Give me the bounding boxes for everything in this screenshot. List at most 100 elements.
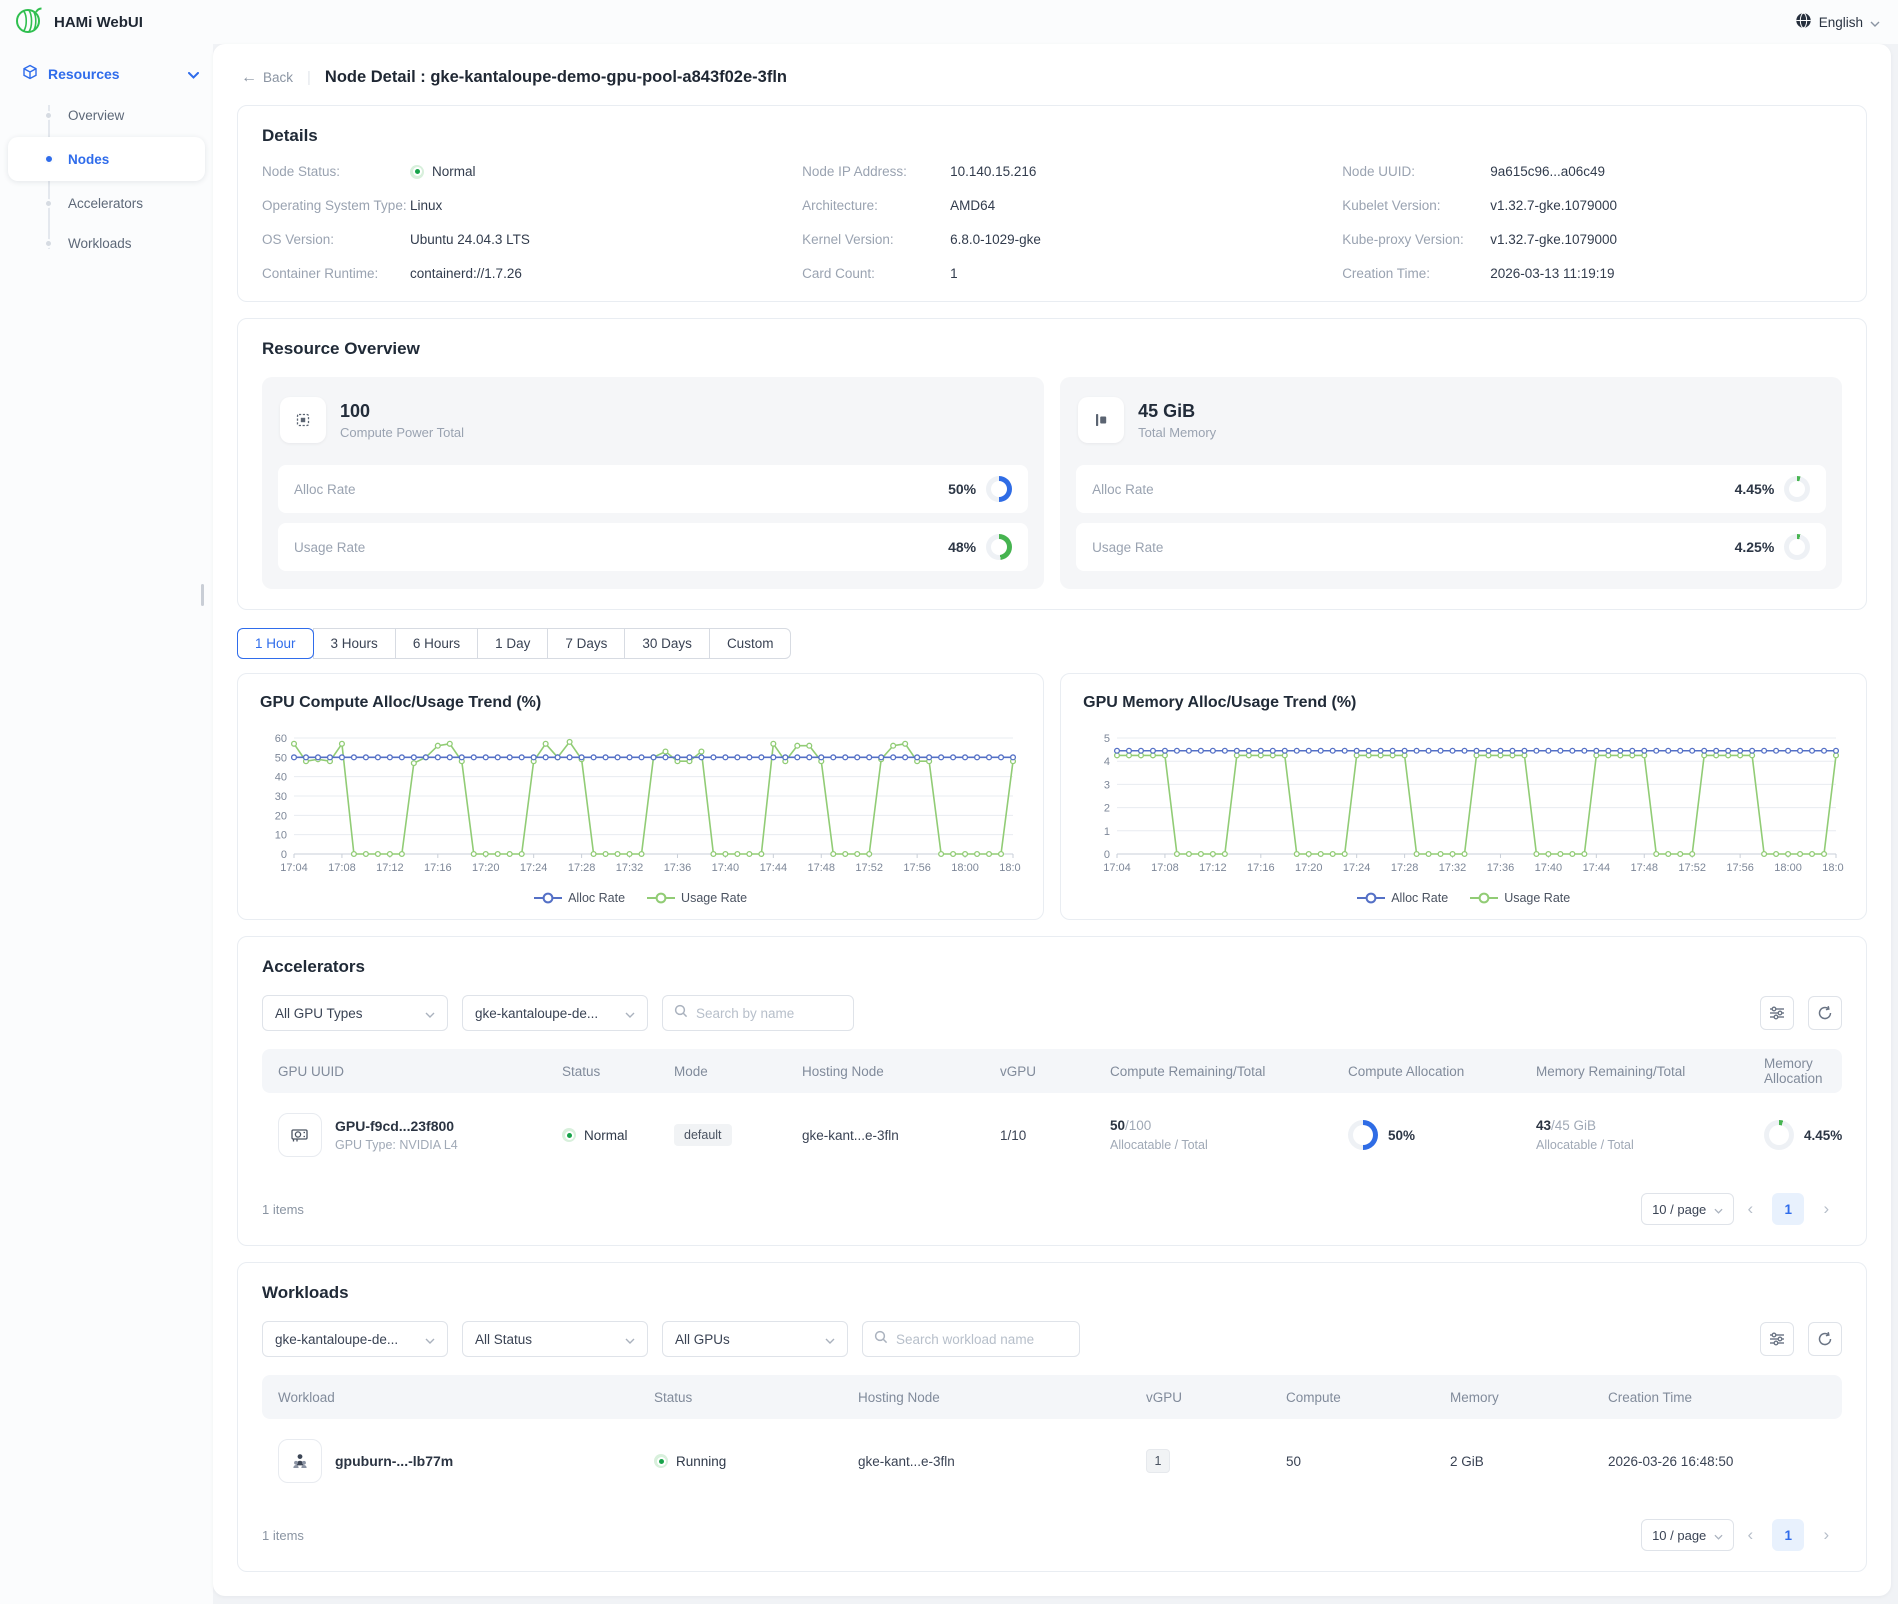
svg-text:18:04: 18:04 (1822, 862, 1844, 874)
memory-value: 2 GiB (1450, 1454, 1608, 1469)
hosting-node: gke-kant...e-3fln (858, 1454, 1146, 1469)
brand: HAMi WebUI (14, 5, 143, 40)
workload-name[interactable]: gpuburn-...-lb77m (335, 1453, 453, 1469)
memory-total-value: 45 GiB (1138, 400, 1216, 423)
svg-text:17:16: 17:16 (1247, 862, 1275, 874)
compute-overview-card: 100 Compute Power Total Alloc Rate 50% (262, 377, 1044, 589)
page-number[interactable]: 1 (1772, 1193, 1804, 1225)
chevron-down-icon (625, 1332, 635, 1347)
page-title: Node Detail : gke-kantaloupe-demo-gpu-po… (325, 68, 787, 87)
svg-text:17:08: 17:08 (328, 862, 356, 874)
svg-text:17:36: 17:36 (664, 862, 692, 874)
column-settings-button[interactable] (1760, 996, 1794, 1030)
svg-text:18:00: 18:00 (1774, 862, 1802, 874)
accelerator-search-input[interactable] (696, 1006, 842, 1021)
compute-total-value: 100 (340, 400, 464, 423)
tab-6-hours[interactable]: 6 Hours (395, 628, 478, 659)
workload-status-select[interactable]: All Status (462, 1321, 648, 1357)
svg-text:1: 1 (1104, 826, 1110, 838)
column-settings-button[interactable] (1760, 1322, 1794, 1356)
workload-gpu-select[interactable]: All GPUs (662, 1321, 848, 1357)
svg-text:0: 0 (1104, 849, 1110, 861)
items-count: 1 items (262, 1528, 304, 1543)
tab-1-hour[interactable]: 1 Hour (237, 628, 314, 659)
chevron-down-icon (425, 1332, 435, 1347)
gpu-compute-trend-chart[interactable]: 010203040506017:0417:0817:1217:1617:2017… (260, 728, 1021, 885)
status-badge: Normal (562, 1128, 674, 1143)
compute-usage-rate-row: Usage Rate 48% (278, 523, 1028, 571)
accelerators-card: Accelerators All GPU Types gke-kantaloup… (237, 936, 1867, 1246)
search-icon (674, 1004, 688, 1023)
sidebar-item-workloads[interactable]: Workloads (0, 223, 213, 263)
sidebar-item-nodes[interactable]: Nodes (8, 137, 205, 181)
tab-7-days[interactable]: 7 Days (547, 628, 625, 659)
chevron-down-icon (625, 1006, 635, 1021)
details-title: Details (262, 126, 1842, 146)
svg-text:17:52: 17:52 (1679, 862, 1707, 874)
page-number[interactable]: 1 (1772, 1519, 1804, 1551)
workload-search-input[interactable] (896, 1332, 1068, 1347)
gpu-type-select[interactable]: All GPU Types (262, 995, 448, 1031)
tree-dot (44, 239, 53, 248)
refresh-button[interactable] (1808, 1322, 1842, 1356)
language-selector[interactable]: English (1795, 12, 1880, 32)
legend-item[interactable]: Alloc Rate (534, 891, 625, 905)
gpu-uuid[interactable]: GPU-f9cd...23f800 (335, 1118, 458, 1134)
tab-1-day[interactable]: 1 Day (477, 628, 548, 659)
chip-icon (280, 397, 326, 443)
workload-node-select[interactable]: gke-kantaloupe-de... (262, 1321, 448, 1357)
svg-text:17:44: 17:44 (760, 862, 788, 874)
svg-text:17:44: 17:44 (1583, 862, 1611, 874)
sidebar-section-label: Resources (48, 66, 178, 82)
chart-legend: Alloc Rate Usage Rate (260, 891, 1021, 905)
page-size-select[interactable]: 10 / page (1641, 1519, 1734, 1551)
mode-tag: default (674, 1124, 732, 1146)
pods-icon (278, 1439, 322, 1483)
svg-text:17:32: 17:32 (616, 862, 644, 874)
prev-page-button[interactable]: ‹ (1734, 1525, 1766, 1545)
workloads-pagination: 1 items 10 / page ‹ 1 › (262, 1519, 1842, 1551)
svg-text:18:00: 18:00 (951, 862, 979, 874)
memory-allocation: 4.45% (1764, 1120, 1842, 1150)
workloads-card: Workloads gke-kantaloupe-de... All Statu… (237, 1262, 1867, 1572)
svg-text:18:04: 18:04 (999, 862, 1021, 874)
page-size-select[interactable]: 10 / page (1641, 1193, 1734, 1225)
svg-text:17:40: 17:40 (1535, 862, 1563, 874)
language-label: English (1819, 15, 1863, 30)
detail-container-runtime: Container Runtime: containerd://1.7.26 (262, 266, 762, 281)
legend-item[interactable]: Alloc Rate (1357, 891, 1448, 905)
sidebar-section-resources[interactable]: Resources (0, 54, 213, 93)
usage-rate-ring (986, 534, 1012, 560)
next-page-button[interactable]: › (1810, 1199, 1842, 1219)
watermelon-logo (14, 5, 44, 40)
prev-page-button[interactable]: ‹ (1734, 1199, 1766, 1219)
chevron-down-icon (1870, 15, 1880, 30)
legend-item[interactable]: Usage Rate (1470, 891, 1570, 905)
chevron-down-icon (825, 1332, 835, 1347)
accelerators-table-header: GPU UUID Status Mode Hosting Node vGPU C… (262, 1049, 1842, 1093)
chevron-down-icon (188, 66, 199, 82)
table-row[interactable]: gpuburn-...-lb77m Running gke-kant...e-3… (262, 1419, 1842, 1503)
legend-item[interactable]: Usage Rate (647, 891, 747, 905)
creation-time: 2026-03-26 16:48:50 (1608, 1454, 1842, 1469)
tab-custom[interactable]: Custom (709, 628, 792, 659)
workloads-title: Workloads (262, 1283, 1842, 1303)
svg-text:17:32: 17:32 (1439, 862, 1467, 874)
details-card: Details Node Status: Normal Operating Sy… (237, 105, 1867, 302)
sidebar-item-accelerators[interactable]: Accelerators (0, 183, 213, 223)
back-button[interactable]: ← Back (241, 69, 293, 87)
memory-allocation-ring (1764, 1120, 1794, 1150)
sidebar: Resources Overview Nodes Accelerators Wo… (0, 44, 213, 1604)
accelerator-search (662, 995, 854, 1031)
next-page-button[interactable]: › (1810, 1525, 1842, 1545)
sidebar-collapse-handle[interactable] (201, 584, 204, 606)
table-row[interactable]: GPU-f9cd...23f800 GPU Type: NVIDIA L4 No… (262, 1093, 1842, 1177)
node-filter-select[interactable]: gke-kantaloupe-de... (462, 995, 648, 1031)
refresh-button[interactable] (1808, 996, 1842, 1030)
sidebar-item-overview[interactable]: Overview (0, 95, 213, 135)
tab-3-hours[interactable]: 3 Hours (313, 628, 396, 659)
svg-text:30: 30 (275, 791, 287, 803)
gpu-memory-trend-chart[interactable]: 01234517:0417:0817:1217:1617:2017:2417:2… (1083, 728, 1844, 885)
tab-30-days[interactable]: 30 Days (624, 628, 710, 659)
status-ok-icon (410, 165, 424, 179)
